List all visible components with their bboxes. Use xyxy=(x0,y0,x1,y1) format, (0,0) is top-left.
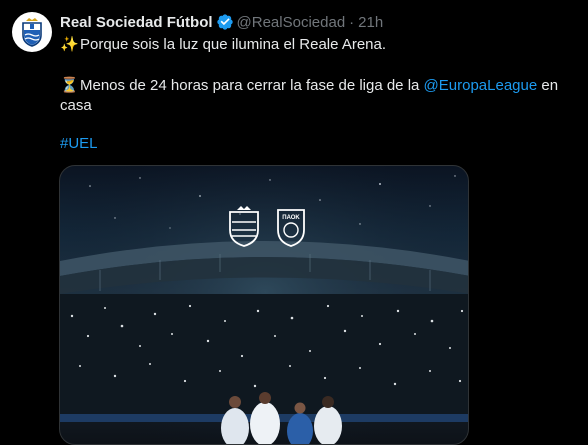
tweet-line-1: ✨Porque sois la luz que ilumina el Reale… xyxy=(60,35,386,55)
hashtag-link[interactable]: #UEL xyxy=(60,135,98,152)
avatar[interactable] xyxy=(12,12,52,52)
hourglass-icon: ⏳ xyxy=(60,77,79,94)
separator-dot: · xyxy=(349,13,355,31)
timestamp[interactable]: 21h xyxy=(358,14,383,31)
sparkles-icon: ✨ xyxy=(60,36,79,53)
display-name[interactable]: Real Sociedad Fútbol xyxy=(60,14,213,31)
line1-text: Porque sois la luz que ilumina el Reale … xyxy=(80,36,387,53)
paok-label: ΠΑΟΚ xyxy=(282,215,300,221)
tweet-header: Real Sociedad Fútbol @RealSociedad · 21h xyxy=(60,11,578,33)
tweet-line-2: ⏳Menos de 24 horas para cerrar la fase d… xyxy=(60,76,570,116)
handle[interactable]: @RealSociedad xyxy=(237,14,346,31)
tweet-line-3: #UEL xyxy=(60,134,98,154)
tweet-media-image[interactable]: ΠΑΟΚ xyxy=(59,165,469,445)
mention-link[interactable]: @EuropaLeague xyxy=(424,77,538,94)
stadium-photo: ΠΑΟΚ xyxy=(60,166,468,444)
real-sociedad-crest-icon xyxy=(22,18,42,47)
line2-text-before: Menos de 24 horas para cerrar la fase de… xyxy=(80,77,424,94)
verified-badge-icon xyxy=(216,13,234,31)
